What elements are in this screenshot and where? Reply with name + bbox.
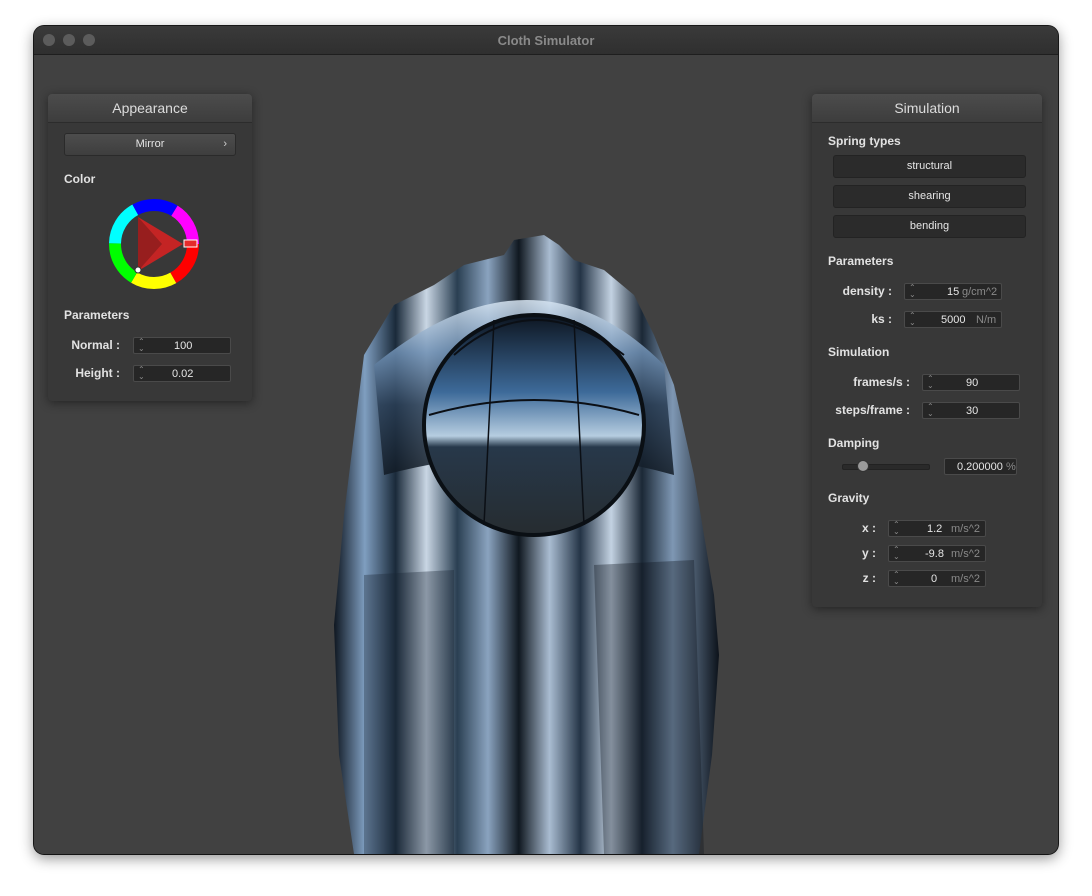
height-value: 0.02 [172,368,194,380]
density-value: 15 [947,286,960,298]
gravity-y-unit: m/s^2 [951,548,980,560]
cloth-fold-left [364,570,454,854]
damping-field[interactable]: 0.200000 % [944,458,1017,475]
spinner-icon[interactable]: ⌃ ⌄ [893,571,900,586]
appearance-panel: Appearance Mirror › Color Parameters Nor… [48,94,252,401]
color-wheel[interactable] [107,197,201,291]
spinner-icon[interactable]: ⌃ ⌄ [138,338,145,353]
sim-params-label: Parameters [828,254,894,268]
gravity-y-label: y : [861,546,876,560]
simulation-panel: Simulation Spring types structural shear… [812,94,1042,607]
spinner-icon[interactable]: ⌃ ⌄ [893,546,900,561]
cloth-fold-right [594,560,704,854]
ks-label: ks : [871,312,892,326]
shader-dropdown[interactable]: Mirror › [64,133,236,156]
window-title: Cloth Simulator [497,33,595,48]
density-unit: g/cm^2 [962,286,998,298]
density-label: density : [842,284,892,298]
steps-field[interactable]: ⌃ ⌄ 30 [922,402,1020,419]
appearance-params-label: Parameters [64,308,130,322]
app-window: Cloth Simulator Appearance Mirror › Colo… [34,26,1058,854]
simulation-header: Simulation [812,94,1042,123]
spring-types-label: Spring types [828,134,901,148]
gravity-x-value: 1.2 [927,523,943,535]
appearance-header: Appearance [48,94,252,123]
structural-button[interactable]: structural [833,155,1026,178]
spinner-icon[interactable]: ⌃ ⌄ [893,521,900,536]
fps-value: 90 [966,377,979,389]
gravity-z-field[interactable]: ⌃ ⌄ 0 m/s^2 [888,570,986,587]
damping-slider-handle[interactable] [857,460,870,472]
gravity-x-unit: m/s^2 [951,523,980,535]
color-section-label: Color [64,172,96,186]
damping-value: 0.200000 [957,461,1003,473]
gravity-y-field[interactable]: ⌃ ⌄ -9.8 m/s^2 [888,545,986,562]
damping-label: Damping [828,436,880,450]
gravity-x-label: x : [861,521,876,535]
fps-field[interactable]: ⌃ ⌄ 90 [922,374,1020,391]
normal-field[interactable]: ⌃ ⌄ 100 [133,337,231,354]
steps-label: steps/frame : [835,403,910,417]
gravity-z-label: z : [862,571,876,585]
spinner-icon[interactable]: ⌃ ⌄ [909,312,916,327]
title-bar: Cloth Simulator [34,26,1058,55]
shearing-button[interactable]: shearing [833,185,1026,208]
fps-label: frames/s : [853,375,910,389]
gravity-x-field[interactable]: ⌃ ⌄ 1.2 m/s^2 [888,520,986,537]
density-field[interactable]: ⌃ ⌄ 15 g/cm^2 [904,283,1002,300]
normal-value: 100 [174,340,193,352]
spinner-icon[interactable]: ⌃ ⌄ [927,375,934,390]
3d-viewport[interactable]: Appearance Mirror › Color Parameters Nor… [34,55,1058,854]
bending-button[interactable]: bending [833,215,1026,238]
sim-section-label: Simulation [828,345,890,359]
gravity-z-unit: m/s^2 [951,573,980,585]
ks-field[interactable]: ⌃ ⌄ 5000 N/m [904,311,1002,328]
damping-unit: % [1006,461,1016,473]
chevron-right-icon: › [223,138,227,150]
spinner-icon[interactable]: ⌃ ⌄ [138,366,145,381]
gravity-label: Gravity [828,491,870,505]
shader-dropdown-label: Mirror [135,138,165,150]
ks-unit: N/m [976,314,997,326]
spinner-icon[interactable]: ⌃ ⌄ [927,403,934,418]
gravity-y-value: -9.8 [925,548,944,560]
mirror-sphere [422,313,646,537]
gravity-z-value: 0 [931,573,938,585]
normal-label: Normal : [71,338,120,352]
height-label: Height : [75,366,120,380]
ks-value: 5000 [941,314,966,326]
damping-slider[interactable] [842,464,930,470]
steps-value: 30 [966,405,979,417]
height-field[interactable]: ⌃ ⌄ 0.02 [133,365,231,382]
spinner-icon[interactable]: ⌃ ⌄ [909,284,916,299]
